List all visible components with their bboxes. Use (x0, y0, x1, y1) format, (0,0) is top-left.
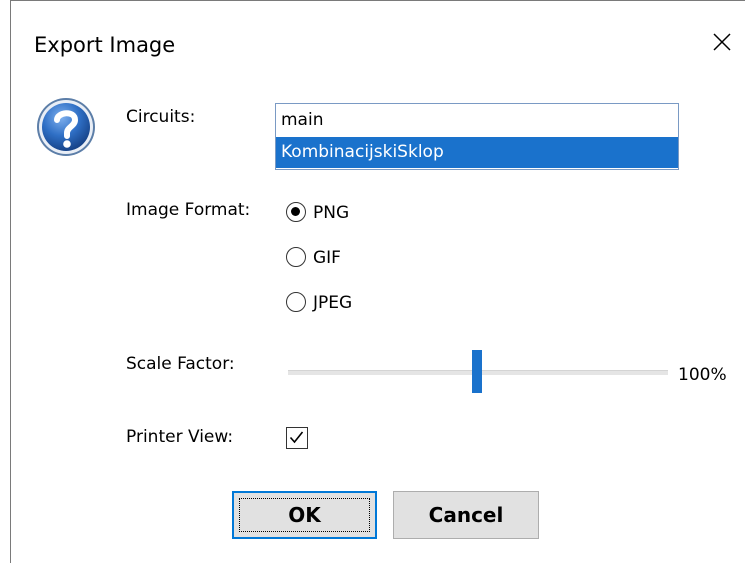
radio-button[interactable] (286, 292, 306, 312)
question-icon (37, 98, 95, 156)
scale-factor-label: Scale Factor: (126, 354, 235, 374)
cancel-button-label: Cancel (428, 503, 504, 527)
dialog-top-border (10, 0, 745, 1)
checkmark-icon (289, 431, 304, 444)
radio-label-gif: GIF (313, 248, 341, 268)
radio-label-jpeg: JPEG (313, 293, 353, 313)
scale-slider-thumb[interactable] (472, 350, 482, 393)
image-format-label: Image Format: (126, 200, 251, 220)
printer-view-label: Printer View: (126, 427, 234, 447)
dialog-title: Export Image (34, 33, 176, 57)
ok-button[interactable]: OK (232, 491, 377, 539)
close-icon (713, 33, 731, 51)
circuits-list[interactable]: main KombinacijskiSklop (275, 103, 679, 170)
focus-outline (239, 498, 370, 532)
printer-view-checkbox[interactable] (286, 427, 308, 449)
radio-dot (291, 207, 300, 216)
list-item[interactable]: main (276, 105, 678, 136)
circuits-label: Circuits: (126, 107, 196, 127)
radio-label-png: PNG (313, 203, 350, 223)
radio-button[interactable] (286, 247, 306, 267)
dialog-left-border (10, 0, 11, 563)
close-button[interactable] (703, 24, 743, 64)
scale-factor-value: 100% (678, 365, 727, 385)
export-image-dialog: Export Image Circuits: main Kombinacijsk… (0, 0, 745, 563)
radio-button-selected[interactable] (286, 202, 306, 222)
list-item-selected[interactable]: KombinacijskiSklop (276, 137, 678, 168)
cancel-button[interactable]: Cancel (393, 491, 539, 539)
